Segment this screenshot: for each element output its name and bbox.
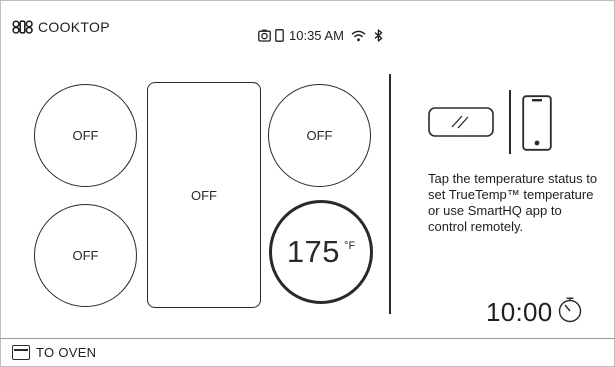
page-title: COOKTOP [38, 19, 110, 35]
remote-control-hint: Tap the temperature status to set TrueTe… [428, 171, 598, 234]
burner-left-bottom[interactable]: OFF [34, 204, 137, 307]
panel-divider [389, 74, 391, 314]
header: COOKTOP 10:35 AM [0, 0, 615, 60]
burner-temperature: 175 °F [287, 234, 355, 270]
cooktop-burners-icon [12, 20, 34, 34]
burner-status: OFF [306, 128, 333, 143]
brand: COOKTOP [12, 19, 110, 35]
clock: 10:35 AM [289, 28, 344, 43]
burner-status: OFF [72, 128, 99, 143]
footer-divider [0, 338, 615, 339]
stopwatch-icon [557, 296, 583, 329]
pan-icon [428, 107, 496, 142]
burner-status: OFF [191, 187, 217, 203]
burner-right-top[interactable]: OFF [268, 84, 371, 187]
burner-right-bottom-active[interactable]: 175 °F [269, 200, 373, 304]
phone-status-icon [275, 29, 284, 42]
oven-icon [12, 345, 30, 360]
kitchen-timer[interactable]: 10:00 [486, 296, 583, 329]
bluetooth-icon [374, 29, 383, 42]
burner-left-front-top[interactable]: OFF [34, 84, 137, 187]
burner-center-bridge[interactable]: OFF [147, 82, 261, 308]
burner-status: OFF [72, 248, 99, 263]
smartphone-icon [522, 95, 552, 156]
timer-value: 10:00 [486, 297, 553, 327]
wifi-icon [351, 30, 366, 42]
camera-icon [258, 29, 271, 42]
to-oven-label: TO OVEN [36, 345, 97, 360]
to-oven-button[interactable]: TO OVEN [12, 345, 96, 360]
temperature-value: 175 [286, 234, 341, 269]
status-bar: 10:35 AM [258, 28, 383, 43]
temperature-unit: °F [344, 240, 356, 252]
icon-divider [509, 90, 511, 154]
